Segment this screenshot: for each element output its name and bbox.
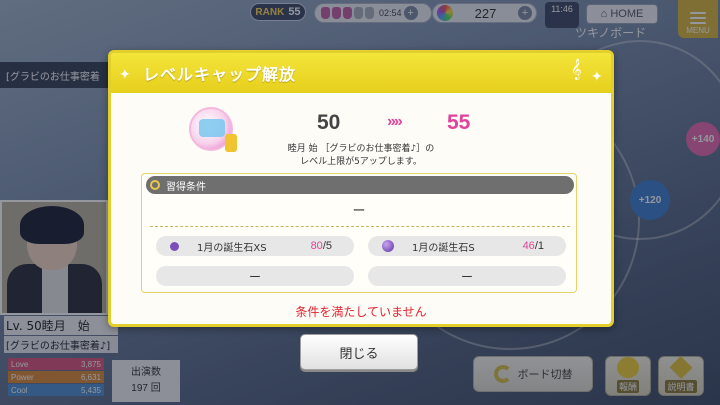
arrow-icon: »»: [387, 113, 403, 130]
dialog-header: ✦ レベルキャップ解放 𝄞 ✦: [111, 53, 611, 93]
requirement-empty-slot: ー: [368, 266, 566, 286]
requirement-name: 1月の誕生石S: [412, 242, 475, 254]
condition-warning: 条件を満たしていません: [295, 305, 427, 319]
condition-label: 習得条件: [166, 181, 206, 193]
condition-main: ー: [352, 204, 366, 219]
requirement-item: 1月の誕生石XS 80/5: [156, 236, 354, 256]
level-cap-dialog: ✦ レベルキャップ解放 𝄞 ✦ 50 »» 55 睦月 始 ［グラビのお仕事密着…: [108, 50, 614, 327]
birthstone-xs-icon: [170, 241, 179, 251]
treble-clef-icon: 𝄞: [571, 59, 582, 80]
condition-header: 習得条件: [146, 176, 574, 194]
requirement-need: /1: [534, 240, 544, 252]
sparkle-icon: ✦: [591, 69, 603, 85]
requirement-need: /5: [322, 240, 332, 252]
close-label: 閉じる: [339, 346, 379, 362]
close-button[interactable]: 閉じる: [300, 334, 418, 370]
skill-badge-icon: [189, 107, 237, 152]
level-description: 睦月 始 ［グラビのお仕事密着♪］の レベル上限が5アップします。: [287, 144, 435, 167]
requirement-name: 1月の誕生石XS: [197, 242, 267, 254]
dialog-title: レベルキャップ解放: [143, 65, 297, 84]
condition-panel: 習得条件 ー 1月の誕生石XS 80/5 1月の誕生石S 46/1 ー ー: [141, 173, 577, 293]
level-to: 55: [447, 111, 471, 134]
level-from: 50: [317, 111, 341, 134]
requirement-empty-slot: ー: [156, 266, 354, 286]
requirement-have: 46: [522, 240, 535, 252]
circle-icon: [150, 180, 160, 190]
requirement-item: 1月の誕生石S 46/1: [368, 236, 566, 256]
divider: [150, 226, 570, 227]
birthstone-s-icon: [382, 240, 394, 252]
requirement-have: 80: [310, 240, 323, 252]
sparkle-icon: ✦: [119, 67, 131, 83]
